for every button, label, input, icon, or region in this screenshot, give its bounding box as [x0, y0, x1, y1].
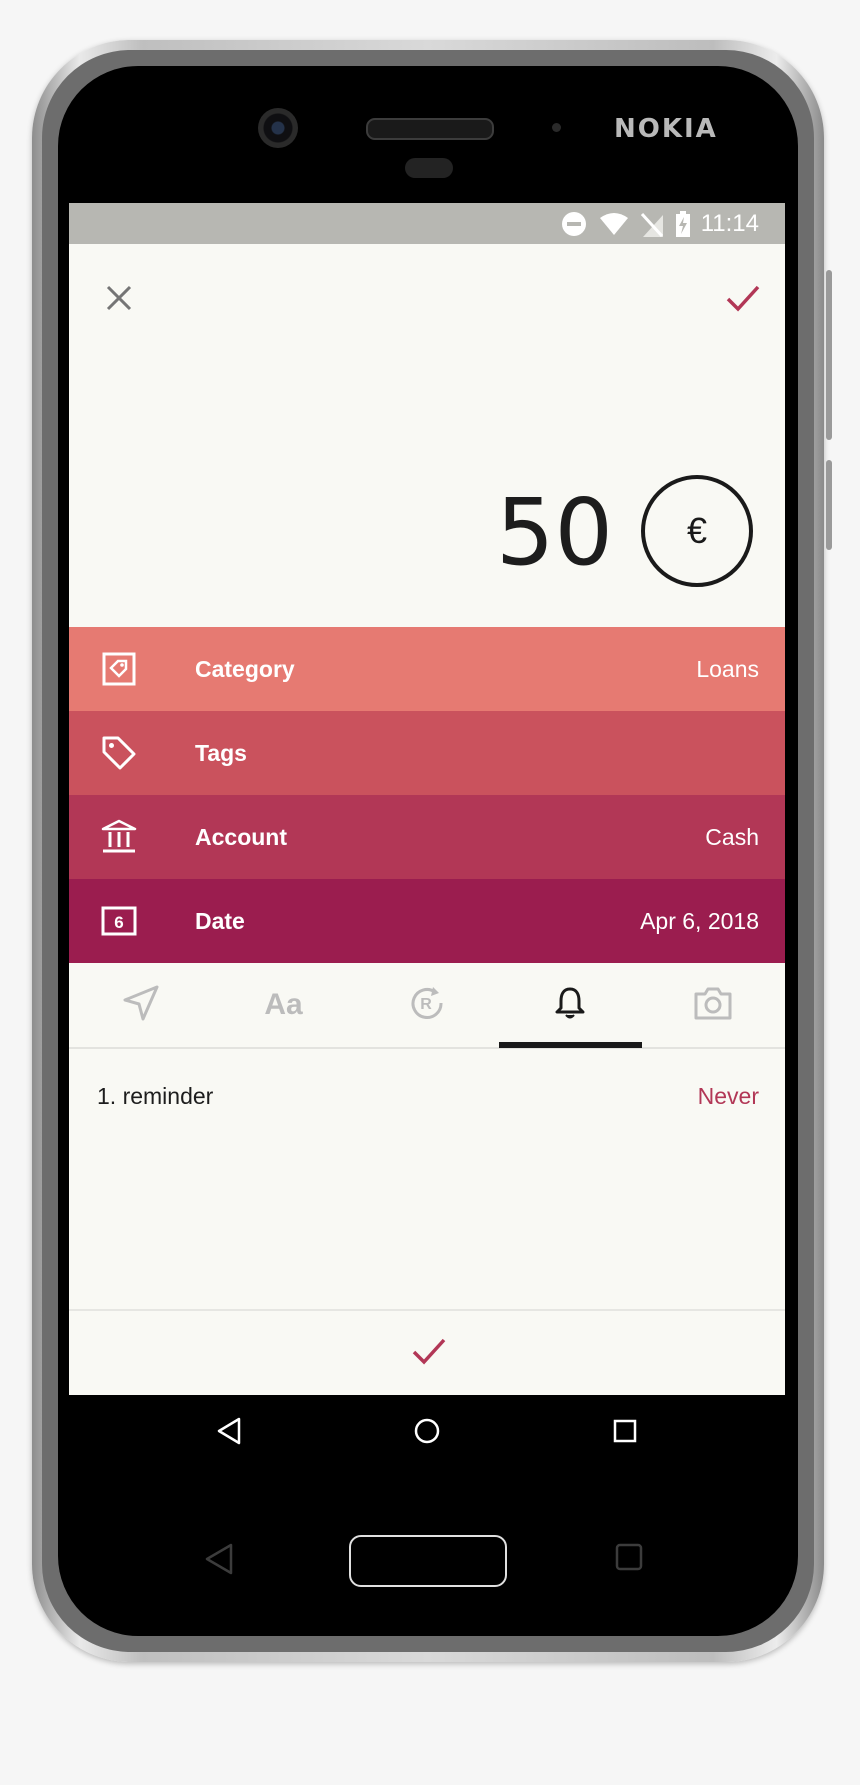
currency-symbol: € [686, 510, 708, 551]
front-camera [258, 108, 298, 148]
tab-note[interactable]: Aa [212, 963, 355, 1047]
tags-row[interactable]: Tags [69, 711, 785, 795]
do-not-disturb-icon [561, 211, 587, 237]
date-label: Date [195, 907, 245, 934]
tab-recurring[interactable]: R [355, 963, 498, 1047]
account-value: Cash [705, 823, 759, 850]
earpiece [366, 118, 494, 140]
check-icon[interactable] [721, 276, 765, 320]
hardware-key-bar [69, 1467, 785, 1657]
tags-label: Tags [195, 739, 247, 766]
wifi-icon [599, 212, 629, 236]
reminder-label: 1. reminder [97, 1083, 214, 1109]
camera-icon [693, 985, 733, 1026]
category-value: Loans [696, 655, 759, 682]
volume-button [826, 270, 832, 440]
tab-attachments[interactable] [641, 963, 784, 1047]
brand-logo: NOKIA [614, 114, 718, 144]
tab-reminders[interactable] [498, 963, 641, 1047]
recurring-icon: R [407, 983, 447, 1028]
bottom-action-bar [69, 1309, 785, 1395]
active-tab-indicator [499, 1042, 642, 1048]
category-row[interactable]: Category Loans [69, 627, 785, 711]
proximity-sensor [552, 123, 561, 132]
amount-value[interactable]: 50 [496, 487, 613, 579]
tab-location[interactable] [69, 963, 212, 1047]
earpiece-slot [405, 158, 453, 178]
location-icon [121, 983, 161, 1028]
recents-icon[interactable] [605, 1411, 645, 1451]
back-icon[interactable] [209, 1411, 249, 1451]
calendar-day: 6 [114, 913, 123, 932]
navigation-bar [69, 1395, 785, 1467]
svg-text:R: R [420, 996, 432, 1013]
close-icon[interactable] [99, 278, 139, 318]
check-icon[interactable] [407, 1329, 451, 1373]
account-row[interactable]: Account Cash [69, 795, 785, 879]
reminder-value[interactable]: Never [698, 1083, 759, 1110]
battery-charging-icon [675, 210, 691, 237]
hardware-back-icon[interactable] [199, 1539, 239, 1579]
date-row[interactable]: 6 Date Apr 6, 2018 [69, 879, 785, 963]
power-button [826, 460, 832, 550]
home-icon[interactable] [407, 1411, 447, 1451]
app-screen: 11:14 50 € Category Loans Tags Account C… [69, 203, 785, 1467]
tag-icon [99, 733, 139, 773]
currency-button[interactable]: € [641, 475, 753, 587]
no-sim-icon [640, 211, 663, 237]
status-bar: 11:14 [69, 203, 785, 244]
hardware-recents-icon[interactable] [613, 1541, 645, 1573]
calendar-icon: 6 [99, 901, 139, 941]
date-value: Apr 6, 2018 [640, 907, 759, 934]
detail-tabs: Aa R [69, 963, 785, 1049]
hardware-home-button[interactable] [349, 1535, 507, 1587]
category-icon [99, 649, 139, 689]
account-label: Account [195, 823, 287, 850]
status-time: 11:14 [700, 209, 759, 237]
text-note-icon: Aa [264, 988, 303, 1021]
top-bar [69, 244, 785, 344]
bell-icon [552, 985, 588, 1026]
category-label: Category [195, 655, 295, 682]
bank-icon [99, 817, 139, 857]
